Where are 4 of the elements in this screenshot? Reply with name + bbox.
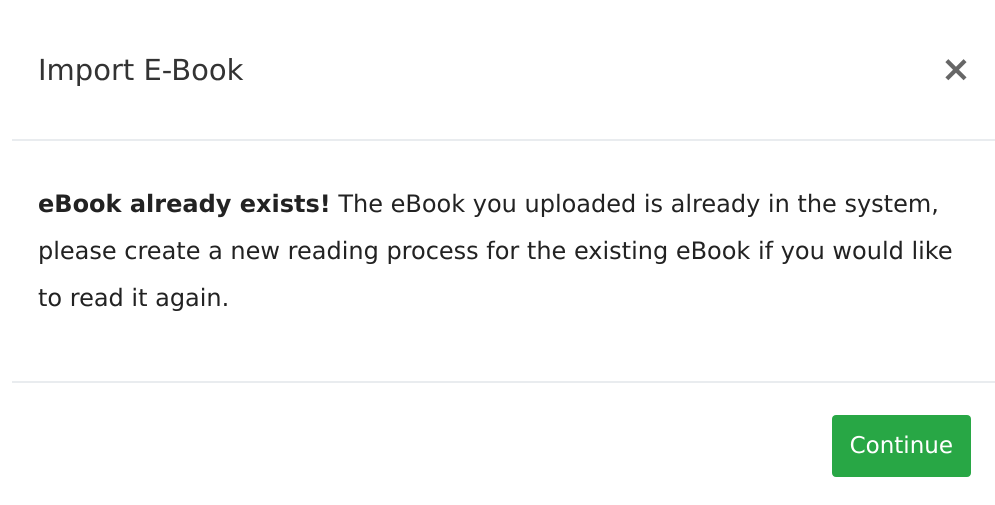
dialog-title: Import E-Book (38, 52, 244, 86)
message-text: eBook already exists! The eBook you uploaded is already in the system, please create a new reading process for the existing eBook if you would like to read it again. (38, 189, 954, 314)
continue-button[interactable]: Continue (832, 415, 971, 477)
close-button[interactable]: × (940, 52, 971, 88)
